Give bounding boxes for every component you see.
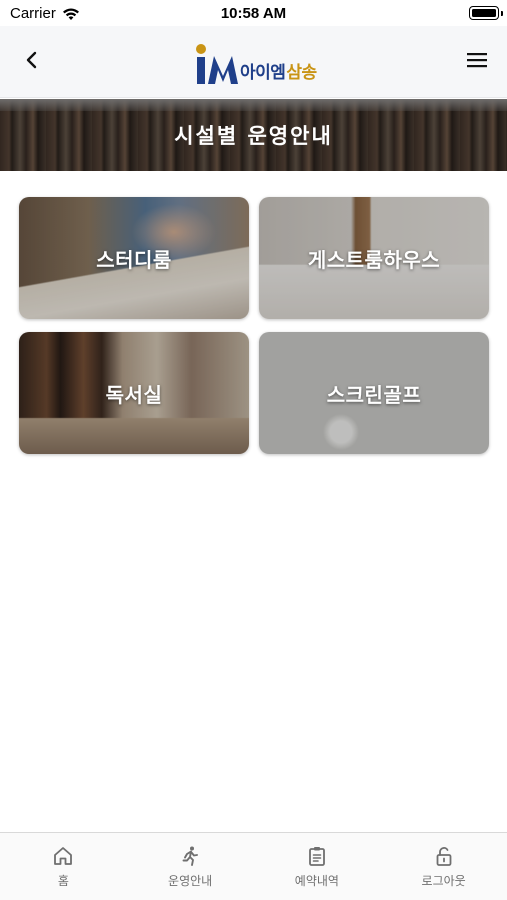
tab-home[interactable]: 홈 (0, 833, 127, 900)
tab-label: 로그아웃 (421, 874, 466, 888)
facility-label: 독서실 (105, 383, 163, 407)
hamburger-menu-icon (467, 52, 487, 72)
clipboard-icon (308, 847, 325, 866)
back-button[interactable] (14, 46, 50, 78)
tab-label: 홈 (57, 874, 69, 888)
tab-label: 예약내역 (294, 874, 339, 888)
menu-button[interactable] (459, 46, 495, 78)
tab-reservations[interactable]: 예약내역 (254, 833, 381, 900)
unlock-icon (436, 847, 452, 866)
top-nav: 아이엠 삼송 (0, 26, 507, 98)
logo-text-secondary: 삼송 (286, 63, 317, 82)
facility-label: 스터디룸 (96, 248, 172, 272)
bottom-tab-bar: 홈 운영안내 예약내역 로그아웃 (0, 832, 507, 900)
status-bar: Carrier 10:58 AM (0, 0, 507, 26)
facility-card-study-room[interactable]: 스터디룸 (19, 197, 249, 319)
facility-card-reading-room[interactable]: 독서실 (19, 332, 249, 454)
logo-mark-icon (196, 44, 238, 84)
logo[interactable]: 아이엠 삼송 (190, 40, 317, 86)
home-icon (54, 847, 73, 865)
status-time: 10:58 AM (220, 5, 287, 22)
page-title: 시설별 운영안내 (174, 124, 333, 148)
chevron-left-icon (25, 51, 39, 73)
tab-operation-guide[interactable]: 운영안내 (127, 833, 254, 900)
facility-card-screen-golf[interactable]: 스크린골프 (259, 332, 489, 454)
facility-label: 스크린골프 (326, 383, 422, 407)
runner-icon (182, 846, 199, 866)
hero-banner: 시설별 운영안내 (0, 99, 507, 171)
tab-label: 운영안내 (168, 874, 213, 888)
tab-logout[interactable]: 로그아웃 (380, 833, 507, 900)
facility-card-guest-room[interactable]: 게스트룸하우스 (259, 197, 489, 319)
logo-text-primary: 아이엠 (240, 63, 286, 82)
battery-icon (469, 6, 503, 20)
facility-label: 게스트룸하우스 (307, 248, 441, 272)
